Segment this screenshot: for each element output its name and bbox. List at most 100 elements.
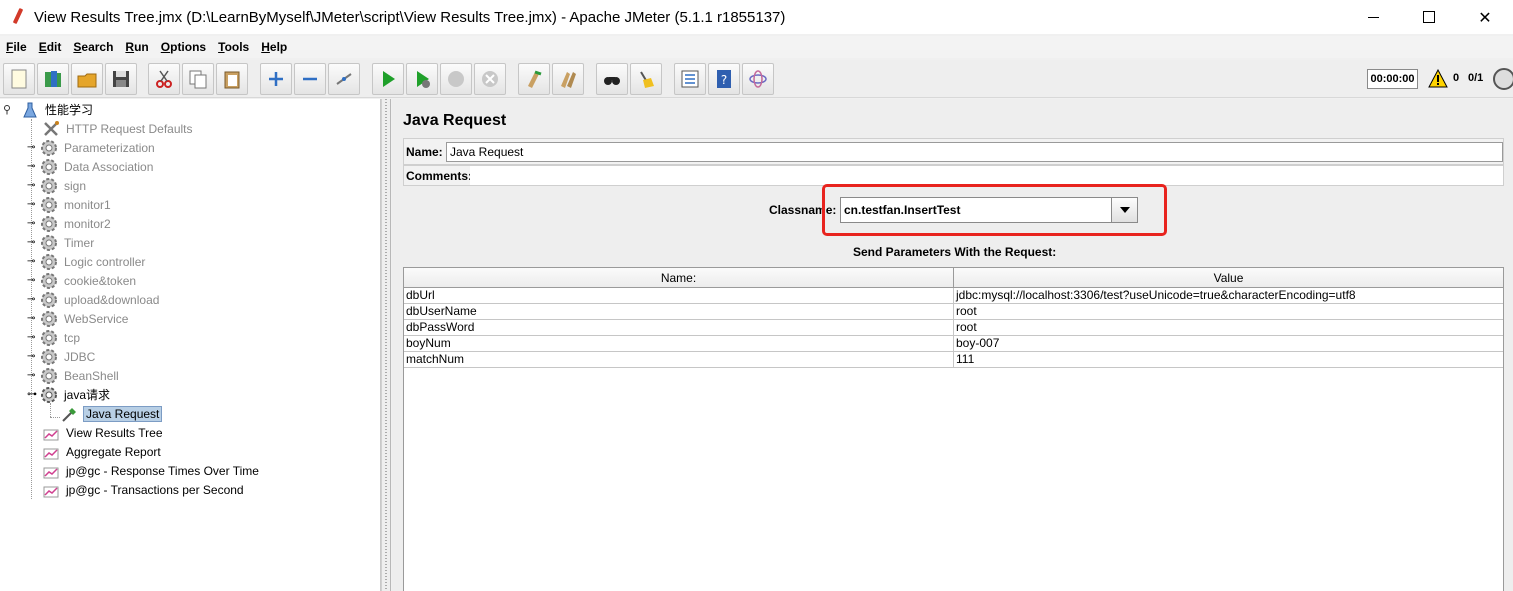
clear-all-button[interactable] [552, 63, 584, 95]
tree-item-tcp[interactable]: ⊸ tcp [27, 328, 82, 347]
pane-splitter[interactable] [381, 99, 391, 591]
table-row[interactable]: boyNum boy-007 [404, 336, 1503, 352]
expand-handle-icon[interactable]: ⊸ [27, 275, 39, 286]
expand-handle-icon[interactable]: ⊸ [27, 370, 39, 381]
menu-edit[interactable]: Edit [39, 40, 62, 54]
tree-item-beanshell[interactable]: ⊸ BeanShell [27, 366, 121, 385]
name-field[interactable]: Java Request [446, 142, 1503, 162]
tree-item-java-request[interactable]: Java Request [60, 404, 163, 423]
warning-icon[interactable] [1428, 69, 1448, 89]
expand-handle-icon[interactable]: ⊸ [27, 161, 39, 172]
collapse-handle-icon[interactable]: ⊶ [27, 389, 39, 400]
close-button[interactable]: ✕ [1457, 0, 1513, 34]
tree-item-sign[interactable]: ⊸ sign [27, 176, 88, 195]
reset-search-icon [640, 71, 654, 88]
expand-handle-icon[interactable]: ⊸ [27, 199, 39, 210]
menu-run[interactable]: Run [125, 40, 148, 54]
paste-button[interactable] [216, 63, 248, 95]
param-value-cell[interactable]: 111 [954, 352, 1503, 367]
tree-item-data-association[interactable]: ⊸ Data Association [27, 157, 155, 176]
clear-icon [528, 70, 542, 88]
tree-item-timer[interactable]: ⊸ Timer [27, 233, 96, 252]
menu-search[interactable]: Search [73, 40, 113, 54]
param-name-cell[interactable]: dbUserName [404, 304, 954, 319]
menu-options[interactable]: Options [161, 40, 206, 54]
param-value-cell[interactable]: boy-007 [954, 336, 1503, 351]
expand-handle-icon[interactable]: ⊸ [27, 218, 39, 229]
param-value-cell[interactable]: jdbc:mysql://localhost:3306/test?useUnic… [954, 288, 1503, 303]
param-name-cell[interactable]: matchNum [404, 352, 954, 367]
test-plan-tree: 性能学习 HTTP Request Defaults ⊸ Parameteriz… [0, 99, 381, 591]
menu-tools[interactable]: Tools [218, 40, 249, 54]
table-row[interactable]: dbUrl jdbc:mysql://localhost:3306/test?u… [404, 288, 1503, 304]
search-button[interactable] [596, 63, 628, 95]
table-row[interactable]: dbUserName root [404, 304, 1503, 320]
new-icon [11, 69, 27, 89]
expand-handle-icon[interactable]: ⊸ [27, 351, 39, 362]
param-name-cell[interactable]: dbUrl [404, 288, 954, 303]
name-row: Name: Java Request [403, 138, 1504, 165]
expand-handle-icon[interactable]: ⊸ [27, 237, 39, 248]
new-button[interactable] [3, 63, 35, 95]
start-no-pause-icon [417, 71, 430, 88]
param-name-cell[interactable]: boyNum [404, 336, 954, 351]
tree-item-view-results-tree[interactable]: View Results Tree [41, 423, 165, 442]
column-header-value[interactable]: Value [954, 268, 1503, 288]
comments-row: Comments: [403, 165, 1504, 186]
shutdown-button[interactable] [474, 63, 506, 95]
panel-title: Java Request [403, 112, 507, 129]
tree-item-cookie-token[interactable]: ⊸ cookie&token [27, 271, 138, 290]
expand-all-button[interactable] [260, 63, 292, 95]
expand-handle-icon[interactable]: ⊸ [27, 313, 39, 324]
param-name-cell[interactable]: dbPassWord [404, 320, 954, 335]
maximize-button[interactable] [1401, 0, 1457, 34]
column-header-name[interactable]: Name: [404, 268, 954, 288]
tree-item-transactions-per-second[interactable]: jp@gc - Transactions per Second [41, 480, 246, 499]
save-button[interactable] [105, 63, 137, 95]
start-button[interactable] [372, 63, 404, 95]
start-no-pauses-button[interactable] [406, 63, 438, 95]
expand-handle-icon[interactable]: ⊸ [27, 142, 39, 153]
tree-item-aggregate-report[interactable]: Aggregate Report [41, 442, 163, 461]
copy-button[interactable] [182, 63, 214, 95]
tree-item-jdbc[interactable]: ⊸ JDBC [27, 347, 97, 366]
table-row[interactable]: dbPassWord root [404, 320, 1503, 336]
tree-item-upload-download[interactable]: ⊸ upload&download [27, 290, 161, 309]
tree-item-java-group[interactable]: ⊶ java请求 [27, 385, 112, 404]
expand-handle-icon[interactable]: ⊸ [27, 256, 39, 267]
templates-button[interactable] [37, 63, 69, 95]
clear-button[interactable] [518, 63, 550, 95]
comments-field[interactable] [470, 166, 1503, 185]
active-threads: 0/1 [1468, 72, 1484, 84]
collapse-handle-icon[interactable] [4, 104, 14, 115]
table-row[interactable]: matchNum 111 [404, 352, 1503, 368]
tree-item-http-defaults[interactable]: HTTP Request Defaults [41, 119, 195, 138]
tree-item-parameterization[interactable]: ⊸ Parameterization [27, 138, 157, 157]
tree-item-logic-controller[interactable]: ⊸ Logic controller [27, 252, 147, 271]
stop-button[interactable] [440, 63, 472, 95]
tree-item-label: HTTP Request Defaults [66, 121, 193, 136]
help-button[interactable]: ? [708, 63, 740, 95]
tree-root[interactable]: 性能学习 [4, 100, 95, 119]
toggle-button[interactable] [328, 63, 360, 95]
open-button[interactable] [71, 63, 103, 95]
tree-item-webservice[interactable]: ⊸ WebService [27, 309, 130, 328]
gear-icon [39, 310, 59, 328]
status-globe-icon[interactable] [1493, 68, 1513, 90]
expand-handle-icon[interactable]: ⊸ [27, 332, 39, 343]
menu-file[interactable]: File [6, 40, 27, 54]
collapse-all-button[interactable] [294, 63, 326, 95]
menu-help[interactable]: Help [261, 40, 287, 54]
param-value-cell[interactable]: root [954, 320, 1503, 335]
reset-search-button[interactable] [630, 63, 662, 95]
function-helper-button[interactable] [674, 63, 706, 95]
expand-handle-icon[interactable]: ⊸ [27, 294, 39, 305]
tree-item-monitor1[interactable]: ⊸ monitor1 [27, 195, 113, 214]
tree-item-monitor2[interactable]: ⊸ monitor2 [27, 214, 113, 233]
cut-button[interactable] [148, 63, 180, 95]
tree-item-response-times[interactable]: jp@gc - Response Times Over Time [41, 461, 261, 480]
minimize-button[interactable] [1345, 0, 1401, 34]
param-value-cell[interactable]: root [954, 304, 1503, 319]
remote-button[interactable] [742, 63, 774, 95]
expand-handle-icon[interactable]: ⊸ [27, 180, 39, 191]
